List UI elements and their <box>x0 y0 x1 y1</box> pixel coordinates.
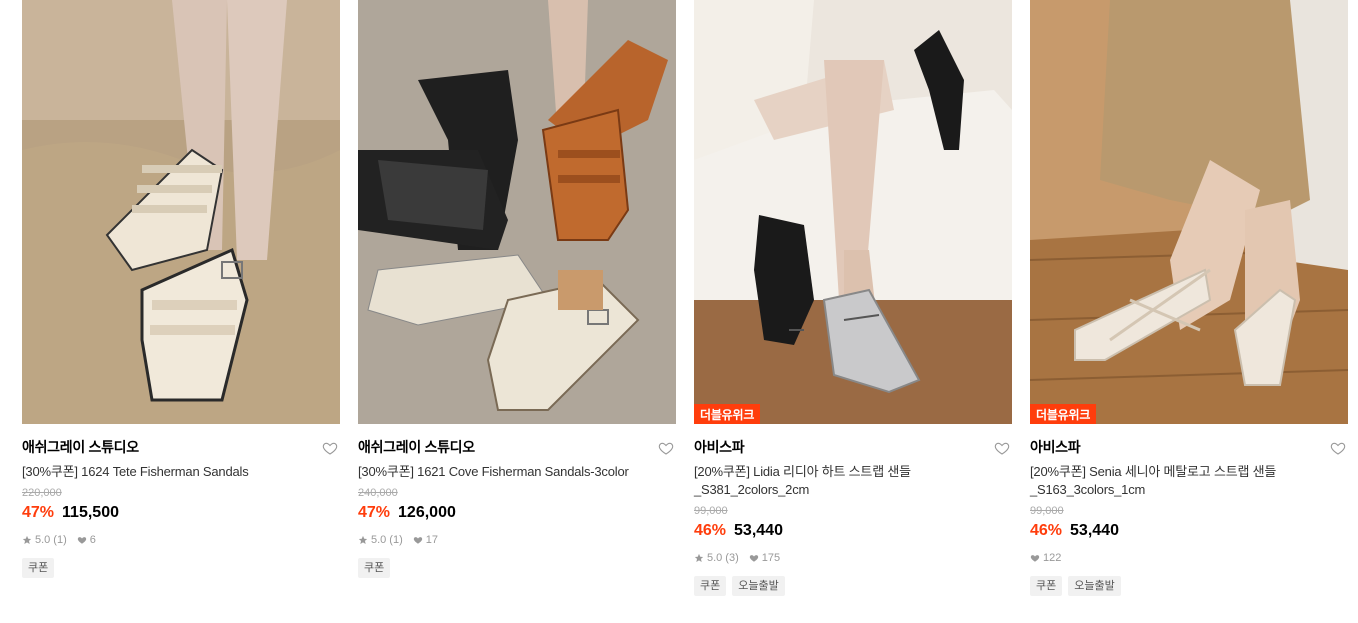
tag-coupon: 쿠폰 <box>1030 576 1063 596</box>
heart-outline-icon[interactable] <box>658 440 674 456</box>
product-title-line: [20%쿠폰] Lidia 리디아 하트 스트랩 샌들 <box>694 464 911 479</box>
discount-rate: 47% <box>358 504 391 521</box>
product-image[interactable] <box>358 0 676 424</box>
product-title[interactable]: [20%쿠폰] Senia 세니아 메탈로고 스트랩 샌들 _S163_3col… <box>1030 463 1348 499</box>
star-icon <box>22 535 32 544</box>
star-icon <box>358 535 368 544</box>
tag-list: 쿠폰 오늘출발 <box>1030 576 1348 596</box>
tag-coupon: 쿠폰 <box>358 558 391 578</box>
product-photo-icon <box>358 0 676 424</box>
product-title-line: _S163_3colors_1cm <box>1030 482 1146 497</box>
event-badge: 더블유위크 <box>1030 404 1097 424</box>
tag-list: 쿠폰 <box>358 558 676 578</box>
original-price: 99,000 <box>1030 505 1064 517</box>
review-count: (3) <box>725 552 739 564</box>
tag-list: 쿠폰 오늘출발 <box>694 576 1012 596</box>
product-meta: 122 <box>1030 551 1348 565</box>
brand-name[interactable]: 아비스파 <box>1030 438 1348 456</box>
product-meta: 5.0 (1) 17 <box>358 533 676 547</box>
heart-filled-icon <box>749 555 758 562</box>
event-badge: 더블유위크 <box>694 404 761 424</box>
sale-price: 53,440 <box>1070 522 1119 539</box>
sale-price: 53,440 <box>734 522 783 539</box>
star-icon <box>694 553 704 562</box>
tag-same-day-shipping: 오늘출발 <box>732 576 785 596</box>
product-photo-icon <box>694 0 1012 424</box>
product-title-line: _S381_2colors_2cm <box>694 482 810 497</box>
heart-filled-icon <box>77 537 86 544</box>
rating: 5.0 (3) <box>694 551 739 565</box>
brand-name[interactable]: 애쉬그레이 스튜디오 <box>358 438 676 456</box>
likes: 6 <box>77 533 96 547</box>
product-photo-icon <box>22 0 340 424</box>
likes: 17 <box>413 533 438 547</box>
original-price: 240,000 <box>358 487 398 499</box>
tag-list: 쿠폰 <box>22 558 340 578</box>
product-title[interactable]: [30%쿠폰] 1624 Tete Fisherman Sandals <box>22 463 340 481</box>
product-image[interactable]: 더블유위크 <box>694 0 1012 424</box>
product-grid: 애쉬그레이 스튜디오 [30%쿠폰] 1624 Tete Fisherman S… <box>22 0 1348 623</box>
rating-value: 5.0 <box>707 552 723 564</box>
like-count: 17 <box>425 534 438 546</box>
tag-coupon: 쿠폰 <box>22 558 55 578</box>
sale-price: 126,000 <box>398 504 456 521</box>
product-card[interactable]: 애쉬그레이 스튜디오 [30%쿠폰] 1621 Cove Fisherman S… <box>358 0 676 578</box>
product-card[interactable]: 더블유위크 아비스파 [20%쿠폰] Lidia 리디아 하트 스트랩 샌들 _… <box>694 0 1012 596</box>
like-count: 6 <box>89 534 96 546</box>
product-card[interactable]: 애쉬그레이 스튜디오 [30%쿠폰] 1624 Tete Fisherman S… <box>22 0 340 578</box>
like-count: 122 <box>1043 552 1062 564</box>
product-photo-icon <box>1030 0 1348 424</box>
original-price: 220,000 <box>22 487 62 499</box>
rating-value: 5.0 <box>35 534 51 546</box>
discount-rate: 46% <box>1030 522 1063 539</box>
likes: 122 <box>1030 551 1061 565</box>
product-title[interactable]: [20%쿠폰] Lidia 리디아 하트 스트랩 샌들 _S381_2color… <box>694 463 1012 499</box>
product-title-line: [20%쿠폰] Senia 세니아 메탈로고 스트랩 샌들 <box>1030 464 1277 479</box>
like-count: 175 <box>761 552 781 564</box>
rating: 5.0 (1) <box>22 533 67 547</box>
original-price: 99,000 <box>694 505 728 517</box>
brand-name[interactable]: 아비스파 <box>694 438 1012 456</box>
product-image[interactable] <box>22 0 340 424</box>
discount-rate: 47% <box>22 504 55 521</box>
review-count: (1) <box>389 534 403 546</box>
product-card[interactable]: 더블유위크 아비스파 [20%쿠폰] Senia 세니아 메탈로고 스트랩 샌들… <box>1030 0 1348 596</box>
discount-rate: 46% <box>694 522 727 539</box>
brand-name[interactable]: 애쉬그레이 스튜디오 <box>22 438 340 456</box>
price-row: 46% 53,440 <box>1030 519 1348 543</box>
heart-filled-icon <box>413 537 422 544</box>
heart-outline-icon[interactable] <box>322 440 338 456</box>
rating: 5.0 (1) <box>358 533 403 547</box>
likes: 175 <box>749 551 780 565</box>
sale-price: 115,500 <box>62 504 119 521</box>
heart-outline-icon[interactable] <box>1330 440 1346 456</box>
product-meta: 5.0 (1) 6 <box>22 533 340 547</box>
product-image[interactable]: 더블유위크 <box>1030 0 1348 424</box>
tag-same-day-shipping: 오늘출발 <box>1068 576 1121 596</box>
product-title[interactable]: [30%쿠폰] 1621 Cove Fisherman Sandals-3col… <box>358 463 676 481</box>
review-count: (1) <box>53 534 67 546</box>
heart-filled-icon <box>1030 555 1040 562</box>
heart-outline-icon[interactable] <box>994 440 1010 456</box>
rating-value: 5.0 <box>371 534 387 546</box>
price-row: 47% 115,500 <box>22 501 340 525</box>
product-meta: 5.0 (3) 175 <box>694 551 1012 565</box>
price-row: 46% 53,440 <box>694 519 1012 543</box>
price-row: 47% 126,000 <box>358 501 676 525</box>
tag-coupon: 쿠폰 <box>694 576 727 596</box>
